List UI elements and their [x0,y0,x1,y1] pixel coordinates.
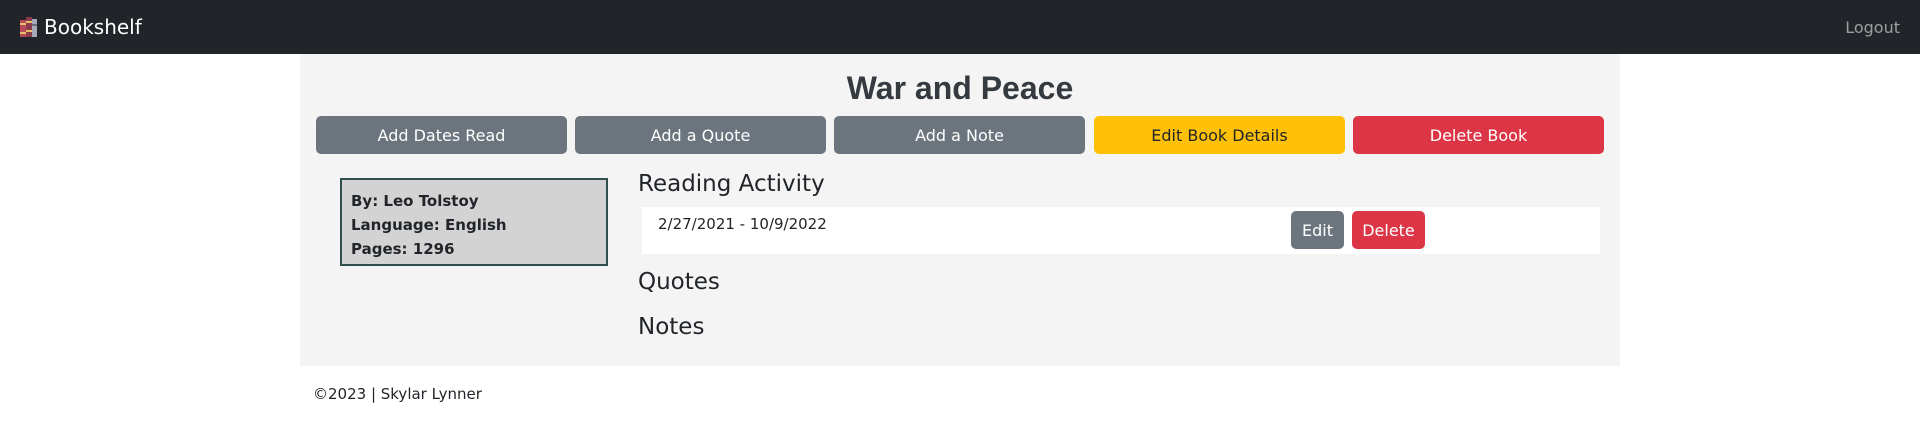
reading-activity-heading: Reading Activity [638,171,825,197]
edit-dates-button[interactable]: Edit [1291,211,1344,249]
edit-book-details-button[interactable]: Edit Book Details [1094,116,1345,154]
footer: ©2023 | Skylar Lynner [313,385,482,403]
footer-text: ©2023 | Skylar Lynner [313,385,482,403]
add-note-button[interactable]: Add a Note [834,116,1085,154]
books-icon [19,15,39,39]
reading-dates: 2/27/2021 - 10/9/2022 [658,215,827,233]
delete-book-button[interactable]: Delete Book [1353,116,1604,154]
navbar: Bookshelf Logout [0,0,1920,54]
book-info-box: By: Leo Tolstoy Language: English Pages:… [340,178,608,266]
book-language: Language: English [351,216,507,234]
book-pages: Pages: 1296 [351,240,455,258]
book-title: War and Peace [846,70,1074,106]
delete-dates-button[interactable]: Delete [1352,211,1425,249]
quotes-heading: Quotes [638,269,720,295]
brand-label: Bookshelf [44,15,142,39]
reading-activity-row: 2/27/2021 - 10/9/2022 Edit Delete [642,207,1600,254]
add-dates-read-button[interactable]: Add Dates Read [316,116,567,154]
notes-heading: Notes [638,314,705,340]
logout-link[interactable]: Logout [1845,18,1900,37]
book-detail-container: War and Peace Add Dates Read Add a Quote… [300,54,1620,366]
book-author: By: Leo Tolstoy [351,192,479,210]
brand-link[interactable]: Bookshelf [19,15,142,39]
add-quote-button[interactable]: Add a Quote [575,116,826,154]
